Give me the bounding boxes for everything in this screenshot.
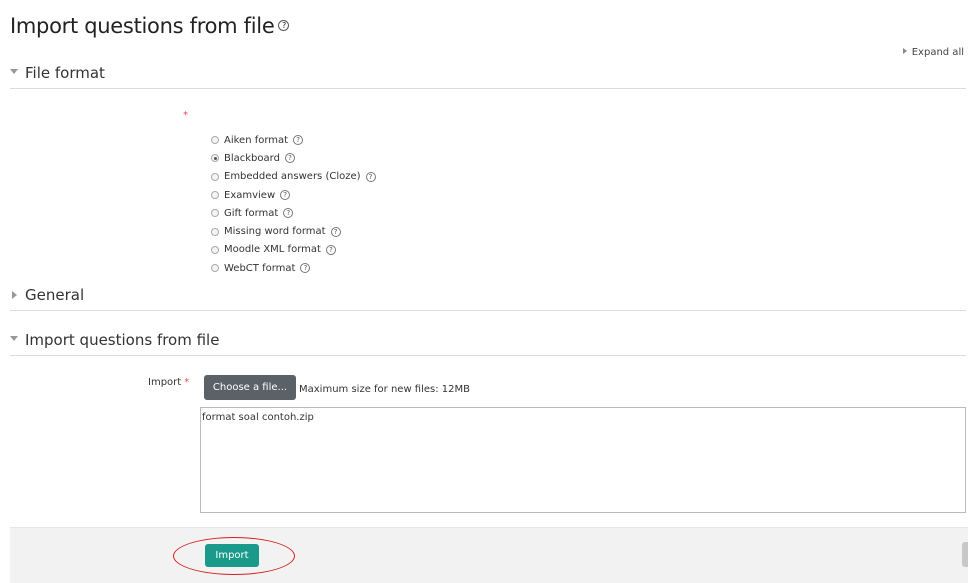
section-title-general: General [25, 286, 85, 304]
expand-all-label: Expand all [911, 47, 964, 58]
format-option-label: Missing word format [224, 226, 326, 238]
divider [10, 310, 966, 311]
page-title: Import questions from file? [10, 14, 290, 38]
radio-button[interactable] [211, 172, 219, 181]
divider [10, 88, 966, 89]
highlight-annotation [173, 537, 295, 575]
format-option-label: Gift format [224, 207, 279, 219]
help-icon[interactable]: ? [280, 190, 291, 201]
required-marker: * [184, 377, 190, 388]
selected-file-name[interactable]: format soal contoh.zip [202, 412, 314, 423]
help-icon[interactable]: ? [284, 153, 295, 164]
file-drop-area[interactable]: format soal contoh.zip [200, 407, 966, 513]
radio-button[interactable] [211, 136, 219, 145]
section-header-file-format[interactable]: File format [10, 64, 105, 82]
section-title-file-format: File format [25, 64, 105, 82]
format-option-examview[interactable]: Examview ? [211, 186, 376, 204]
required-marker: * [183, 110, 188, 121]
format-option-moodle-xml[interactable]: Moodle XML format ? [211, 241, 376, 259]
form-footer [10, 527, 968, 583]
section-header-import[interactable]: Import questions from file [10, 331, 219, 349]
caret-right-icon [12, 290, 17, 299]
format-option-gift[interactable]: Gift format ? [211, 204, 376, 222]
section-title-import: Import questions from file [25, 331, 220, 349]
format-option-missing-word[interactable]: Missing word format ? [211, 222, 376, 240]
caret-down-icon [10, 69, 18, 74]
help-icon[interactable]: ? [300, 263, 311, 274]
help-icon[interactable]: ? [283, 208, 294, 219]
help-icon[interactable]: ? [325, 244, 336, 255]
radio-button[interactable] [211, 245, 219, 254]
scrollbar-handle[interactable] [962, 542, 968, 567]
radio-button[interactable] [211, 227, 219, 236]
format-option-label: Aiken format [224, 134, 289, 146]
section-header-general[interactable]: General [10, 286, 84, 304]
format-option-webct[interactable]: WebCT format ? [211, 259, 376, 277]
caret-down-icon [10, 336, 18, 341]
format-option-cloze[interactable]: Embedded answers (Cloze) ? [211, 168, 376, 186]
help-icon[interactable]: ? [330, 226, 341, 237]
radio-button[interactable] [211, 209, 219, 218]
format-option-label: Examview [224, 189, 276, 201]
divider [10, 355, 966, 356]
choose-file-button[interactable]: Choose a file... [204, 375, 296, 400]
triangle-right-icon [902, 48, 907, 54]
help-icon[interactable]: ? [293, 135, 304, 146]
help-icon[interactable]: ? [365, 171, 376, 182]
format-option-blackboard[interactable]: Blackboard ? [211, 149, 376, 167]
format-option-label: Blackboard [224, 152, 280, 164]
format-radio-group: Aiken format ? Blackboard ? Embedded ans… [211, 131, 376, 277]
expand-all-link[interactable]: Expand all [902, 47, 964, 58]
radio-button[interactable] [211, 191, 219, 200]
radio-button[interactable] [211, 264, 219, 273]
max-size-text: Maximum size for new files: 12MB [299, 384, 470, 395]
format-option-aiken[interactable]: Aiken format ? [211, 131, 376, 149]
format-option-label: Moodle XML format [224, 244, 321, 256]
format-option-label: Embedded answers (Cloze) [224, 171, 361, 183]
help-icon[interactable]: ? [278, 19, 290, 31]
import-field-label: Import * [148, 377, 189, 388]
page-title-text: Import questions from file [10, 14, 275, 38]
radio-button-checked[interactable] [211, 154, 219, 163]
import-label-text: Import [148, 377, 182, 388]
format-option-label: WebCT format [224, 262, 296, 274]
